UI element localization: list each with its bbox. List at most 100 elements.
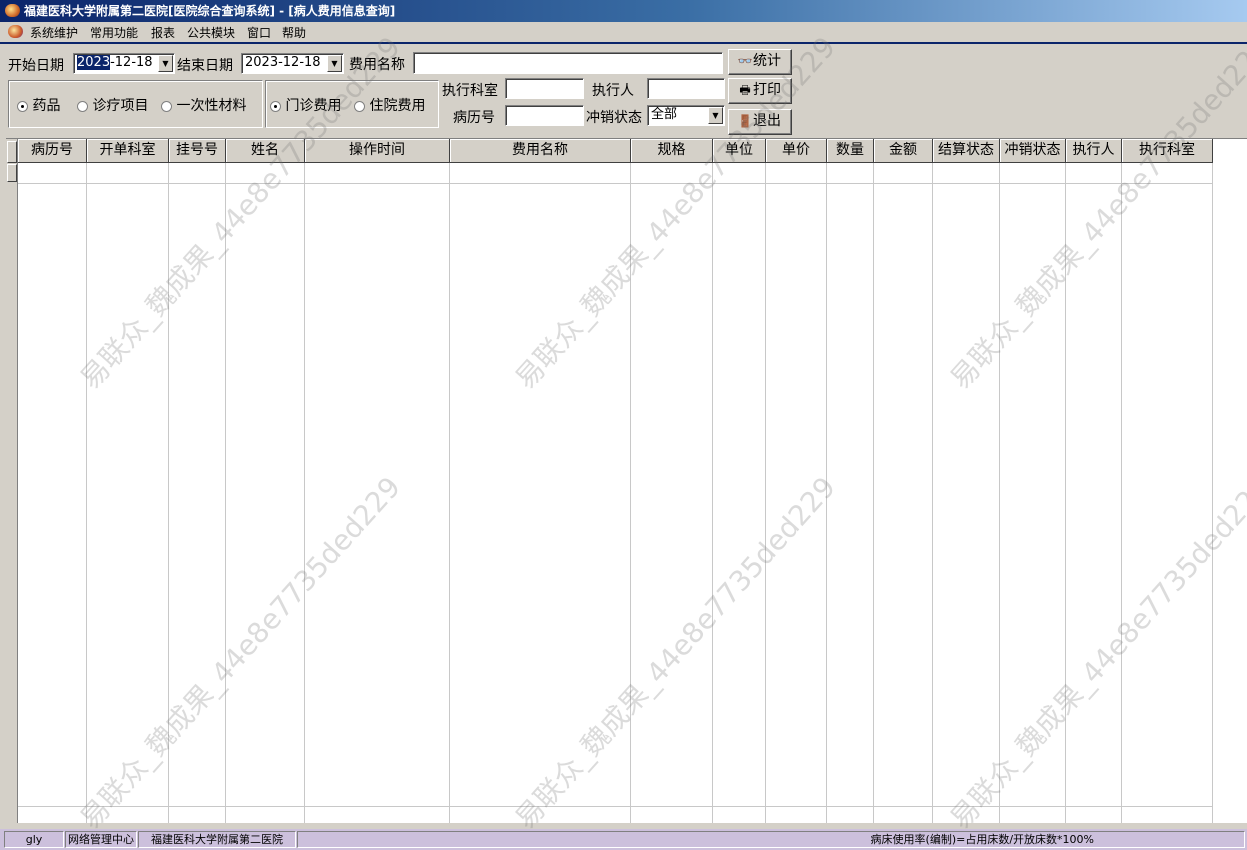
binoculars-icon: 👓 [737,54,753,68]
column-header[interactable]: 金额 [874,139,933,163]
column-divider [873,163,874,829]
column-header[interactable]: 单位 [713,139,766,163]
start-date-picker[interactable]: 2023-12-18 ▼ [73,53,175,74]
menu-help[interactable]: 帮助 [282,24,306,41]
exec-dept-label: 执行科室 [442,83,498,99]
mdi-window-icon[interactable] [8,25,23,38]
exec-dept-input[interactable] [505,78,584,99]
window-title: 福建医科大学附属第二医院[医院综合查询系统] - [病人费用信息查询] [24,4,396,18]
exit-button-label: 退出 [753,113,781,129]
record-no-label: 病历号 [453,110,495,126]
status-hospital: 福建医科大学附属第二医院 [138,831,296,848]
end-date-value: 2023-12-18 [245,55,321,70]
radio-outpatient-indicator[interactable] [270,100,281,112]
executor-label: 执行人 [592,83,634,99]
fee-name-label: 费用名称 [349,57,405,73]
radio-treatment-item[interactable]: 诊疗项目 [77,95,148,115]
app-icon [5,4,20,17]
end-date-picker[interactable]: 2023-12-18 ▼ [241,53,344,74]
print-button-label: 打印 [753,82,781,98]
column-divider [712,163,713,829]
print-button[interactable]: 🖶 打印 [728,78,792,104]
row-indicator-column [6,139,18,829]
status-message: 病床使用率(编制)=占用床数/开放床数*100% [297,831,1245,848]
radio-treatment-label: 诊疗项目 [92,98,149,114]
radio-treatment-indicator[interactable] [77,100,88,112]
menu-reports[interactable]: 报表 [151,24,175,41]
column-header[interactable]: 冲销状态 [1000,139,1066,163]
end-date-label: 结束日期 [177,58,233,74]
item-type-group: 药品 诊疗项目 一次性材料 [8,80,263,128]
chevron-down-icon[interactable]: ▼ [708,107,723,124]
column-header[interactable]: 规格 [631,139,713,163]
column-divider [826,163,827,829]
current-row-indicator[interactable] [7,164,17,182]
column-header[interactable]: 执行科室 [1122,139,1213,163]
column-divider [765,163,766,829]
column-header[interactable]: 数量 [827,139,874,163]
exit-button[interactable]: 🚪退出 [728,109,792,135]
row-divider [18,183,1213,184]
record-no-input[interactable] [505,105,584,126]
column-divider [168,163,169,829]
menu-system-maintenance[interactable]: 系统维护 [30,24,78,41]
radio-outpatient-label: 门诊费用 [285,98,342,114]
status-user: gly [4,831,64,848]
column-header[interactable]: 挂号号 [169,139,226,163]
column-divider [1212,163,1213,829]
reverse-status-value: 全部 [651,107,678,122]
column-divider [304,163,305,829]
radio-inpatient-label: 住院费用 [369,98,426,114]
radio-drug[interactable]: 药品 [17,95,60,115]
status-bar: gly 网络管理中心 福建医科大学附属第二医院 病床使用率(编制)=占用床数/开… [0,829,1247,850]
column-divider [1065,163,1066,829]
fee-type-group: 门诊费用 住院费用 [265,80,439,128]
row-divider [18,806,1213,807]
column-divider [449,163,450,829]
column-divider [932,163,933,829]
start-date-rest: -12-18 [110,55,153,70]
fee-name-input[interactable] [413,52,723,74]
radio-inpatient-fee[interactable]: 住院费用 [354,95,425,115]
radio-disposable-label: 一次性材料 [176,98,247,114]
header-corner [7,141,17,163]
column-divider [1121,163,1122,829]
exit-door-icon: 🚪 [737,114,753,128]
column-divider [225,163,226,829]
status-department: 网络管理中心 [65,831,137,848]
menu-divider [0,42,1247,44]
start-date-year-selected: 2023 [77,55,111,70]
column-header[interactable]: 结算状态 [933,139,1000,163]
stats-button-label: 统计 [753,53,781,69]
menu-bar: 系统维护 常用功能 报表 公共模块 窗口 帮助 [0,22,1247,41]
column-header[interactable]: 病历号 [18,139,87,163]
radio-disposable-indicator[interactable] [161,100,172,112]
radio-outpatient-fee[interactable]: 门诊费用 [270,95,341,115]
column-header[interactable]: 开单科室 [87,139,169,163]
menu-public-modules[interactable]: 公共模块 [187,24,235,41]
column-divider [999,163,1000,829]
column-header[interactable]: 费用名称 [450,139,631,163]
radio-drug-indicator[interactable] [17,100,28,112]
title-bar: 福建医科大学附属第二医院[医院综合查询系统] - [病人费用信息查询] [0,0,1247,22]
stats-button[interactable]: 👓统计 [728,49,792,75]
column-divider [630,163,631,829]
menu-common-functions[interactable]: 常用功能 [90,24,138,41]
column-divider [86,163,87,829]
chevron-down-icon[interactable]: ▼ [327,55,342,72]
menu-window[interactable]: 窗口 [247,24,271,41]
executor-input[interactable] [647,78,725,99]
printer-icon: 🖶 [739,83,751,97]
column-header[interactable]: 操作时间 [305,139,450,163]
reverse-status-label: 冲销状态 [586,110,642,126]
start-date-label: 开始日期 [8,58,64,74]
column-header[interactable]: 执行人 [1066,139,1122,163]
reverse-status-select[interactable]: 全部 ▼ [647,105,725,126]
radio-drug-label: 药品 [32,98,61,114]
column-header[interactable]: 姓名 [226,139,305,163]
column-header[interactable]: 单价 [766,139,827,163]
radio-inpatient-indicator[interactable] [354,100,365,112]
chevron-down-icon[interactable]: ▼ [158,55,173,72]
fee-data-grid[interactable]: 病历号 开单科室 挂号号 姓名 操作时间 费用名称 规格 单位 单价 数量 金额 结算状态 冲销状态 执行… [6,138,1247,829]
radio-disposable-material[interactable]: 一次性材料 [161,95,246,115]
